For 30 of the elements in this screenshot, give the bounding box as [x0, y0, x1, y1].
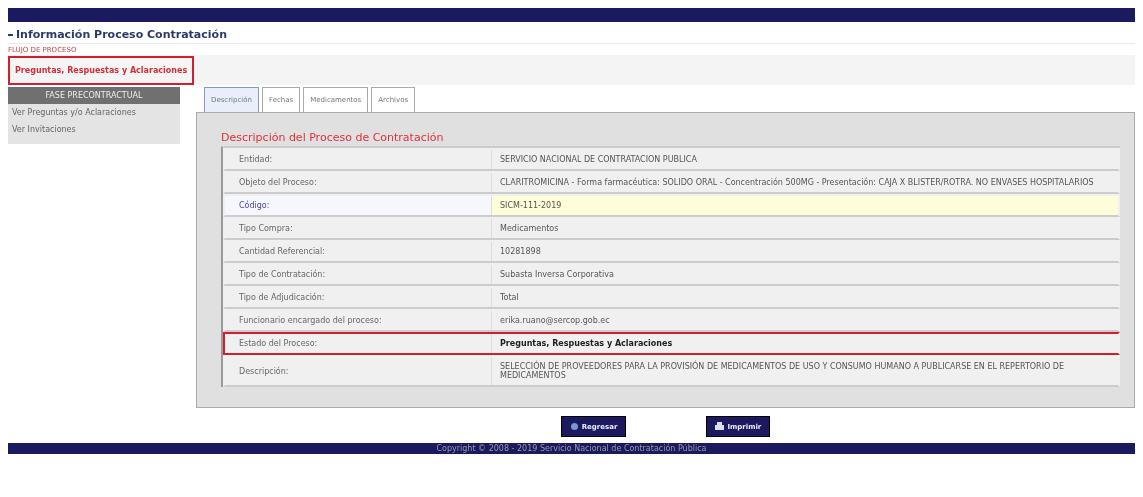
field-label: Estado del Proceso:	[238, 338, 319, 350]
field-label: Tipo de Adjudicación:	[238, 291, 326, 304]
field-value: 10281898	[491, 242, 1118, 261]
field-value: SELECCIÓN DE PROVEEDORES PARA LA PROVISIÓN DE MEDICAMENTOS DE USO Y CONSUMO HUMANO A PUBLICARSE EN EL REPERTORIO DE MEDICAMENTOS	[491, 357, 1118, 385]
field-label: Tipo de Contratación:	[238, 268, 327, 281]
circle-icon	[569, 422, 579, 431]
sidebar-header: FASE PRECONTRACTUAL	[8, 87, 180, 104]
footer-text: Copyright © 2008 - 2019 Servicio Nacional de Contratación Pública	[8, 443, 1135, 454]
page-title: Información Proceso Contratación	[16, 28, 227, 41]
field-value: CLARITROMICINA - Forma farmacéutica: SOLIDO ORAL - Concentración 500MG - Presentación: CAJA X BLISTER/ROTRA. NO ENVASES HOSPITALARIOS	[491, 173, 1118, 192]
field-value: Medicamentos	[491, 219, 1118, 238]
bullet-icon	[8, 33, 13, 36]
field-label: Objeto del Proceso:	[238, 177, 318, 189]
field-value: Subasta Inversa Corporativa	[491, 265, 1118, 284]
field-label: Tipo Compra:	[238, 223, 294, 235]
flow-stage: Preguntas, Respuestas y Aclaraciones	[8, 55, 195, 85]
field-value: Total	[491, 288, 1118, 307]
printer-icon	[715, 422, 725, 431]
sidebar-link[interactable]: Ver Invitaciones	[8, 121, 180, 138]
field-value: SICM-111-2019	[491, 196, 1118, 215]
field-label: Funcionario encargado del proceso:	[238, 315, 383, 327]
field-label: Descripción:	[238, 365, 290, 378]
field-label: Entidad:	[238, 154, 274, 166]
section-title: Descripción del Proceso de Contratación	[221, 131, 445, 144]
field-value: erika.ruano@sercop.gob.ec	[491, 311, 1118, 330]
field-value: Preguntas, Respuestas y Aclaraciones	[491, 334, 1118, 353]
sidebar-link[interactable]: Ver Preguntas y/o Aclaraciones	[8, 104, 180, 121]
field-value: SERVICIO NACIONAL DE CONTRATACION PUBLICA	[491, 150, 1118, 169]
field-label: Código:	[225, 196, 491, 215]
field-label: Cantidad Referencial:	[238, 246, 326, 258]
